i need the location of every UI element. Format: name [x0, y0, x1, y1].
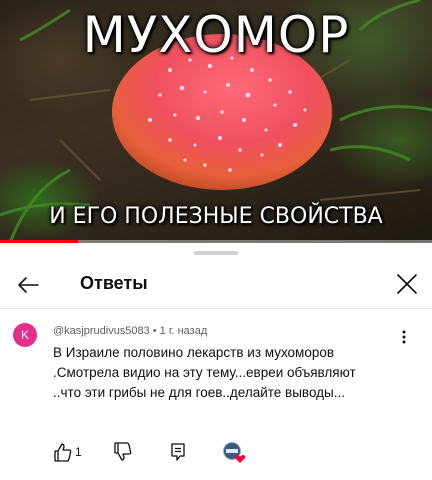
comment-author[interactable]: @kasjprudivus5083 — [53, 325, 150, 337]
thumb-down-icon — [114, 442, 132, 461]
drag-handle[interactable] — [194, 251, 238, 255]
thumb-up-icon — [54, 443, 72, 462]
close-button[interactable] — [390, 267, 424, 301]
reply-button[interactable] — [168, 441, 192, 465]
video-title-bottom: И ЕГО ПОЛЕЗНЫЕ СВОЙСТВА — [49, 204, 383, 229]
arrow-left-icon — [18, 277, 39, 293]
comment-actions: 1 — [53, 441, 423, 465]
like-count: 1 — [75, 445, 82, 459]
comment-time: 1 г. назад — [159, 325, 208, 337]
creator-heart — [221, 441, 247, 465]
reply-icon — [171, 443, 185, 461]
video-thumbnail[interactable]: МУХОМОР И ЕГО ПОЛЕЗНЫЕ СВОЙСТВА — [0, 0, 432, 243]
comment: K @kasjprudivus5083 • 1 г. назад В Израиле… — [0, 315, 432, 480]
creator-heart-icon — [223, 442, 246, 463]
dislike-button[interactable] — [113, 441, 137, 465]
more-vertical-icon — [402, 330, 406, 344]
avatar[interactable]: K — [13, 323, 37, 347]
like-button[interactable]: 1 — [53, 441, 93, 465]
panel-title: Ответы — [80, 273, 148, 293]
back-button[interactable] — [12, 269, 44, 301]
panel-header: Ответы — [0, 261, 432, 309]
meta-separator: • — [152, 325, 157, 337]
comment-meta: @kasjprudivus5083 • 1 г. назад — [53, 325, 207, 337]
comment-text: В Израиле половино лекарств из мухоморов… — [53, 345, 356, 400]
close-icon — [397, 274, 417, 294]
video-title-top: МУХОМОР — [82, 6, 350, 64]
replies-panel: Ответы K @kasjprudivus5083 • 1 г. назад В … — [0, 243, 432, 480]
comment-menu-button[interactable] — [396, 327, 412, 347]
